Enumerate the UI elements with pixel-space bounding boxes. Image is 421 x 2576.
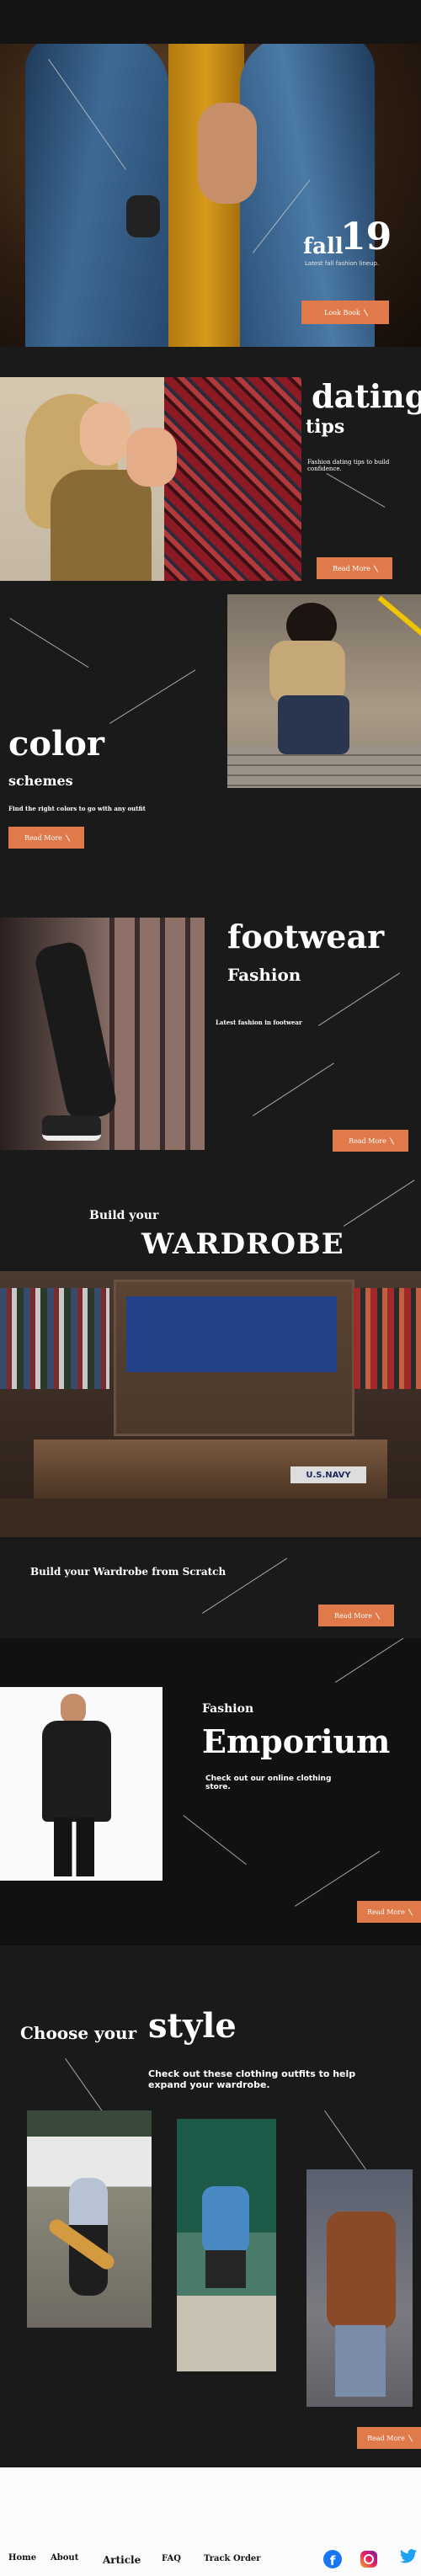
style-section: Choose your style Check out these clothi… xyxy=(0,1945,421,2467)
model-legs xyxy=(54,1818,94,1876)
model-coat xyxy=(42,1721,111,1822)
dating-read-more-button[interactable]: Read More xyxy=(317,557,392,579)
dating-section: dating tips Fashion dating tips to build… xyxy=(0,347,421,584)
footwear-section: footwear Fashion Latest fashion in footw… xyxy=(0,884,421,1167)
dating-subtitle: tips xyxy=(306,416,345,438)
hero-section: fall 19 Latest fall fashion lineup. Look… xyxy=(0,44,421,347)
footwear-title: footwear xyxy=(227,918,385,955)
top-strip xyxy=(0,0,421,44)
wardrobe-read-more-button[interactable]: Read More xyxy=(318,1605,394,1626)
hero-number: 19 xyxy=(340,216,392,258)
wardrobe-title: WARDROBE xyxy=(141,1227,344,1261)
color-diagonal-line xyxy=(9,618,89,668)
color-desc: Find the right colors to go with any out… xyxy=(8,805,146,812)
hero-subtitle: Latest fall fashion lineup. xyxy=(305,260,380,267)
footwear-diagonal-line xyxy=(253,1062,334,1116)
look-book-button[interactable]: Look Book xyxy=(301,301,389,324)
twitter-icon[interactable] xyxy=(399,2548,418,2565)
leg xyxy=(32,939,120,1123)
player-shorts xyxy=(205,2250,246,2288)
color-subtitle: schemes xyxy=(8,773,73,789)
footer-link-faq[interactable]: FAQ xyxy=(162,2554,181,2563)
hero-title: fall xyxy=(303,234,344,259)
footwear-desc: Latest fashion in footwear xyxy=(216,1019,302,1026)
watch xyxy=(126,195,160,237)
style-desc: Check out these clothing outfits to help… xyxy=(148,2068,356,2090)
hand xyxy=(198,103,257,204)
woman-face xyxy=(80,402,131,466)
style-photo-1[interactable] xyxy=(27,2110,152,2328)
color-diagonal-line xyxy=(109,669,196,724)
man-coat xyxy=(327,2211,396,2329)
color-title: color xyxy=(8,724,104,764)
color-section: color schemes Find the right colors to g… xyxy=(0,584,421,884)
instagram-lens xyxy=(364,2554,374,2564)
clothes-rack-left xyxy=(0,1288,109,1389)
style-read-more-button[interactable]: Read More xyxy=(357,2427,421,2449)
woman-sweater xyxy=(51,470,152,581)
footer-link-track-order[interactable]: Track Order xyxy=(204,2554,261,2563)
emporium-pre: Fashion xyxy=(202,1702,254,1716)
footwear-subtitle: Fashion xyxy=(227,965,301,985)
clothes-rack-right xyxy=(354,1288,421,1389)
emporium-diagonal-line xyxy=(335,1638,421,1683)
emporium-section: Fashion Emporium Check out our online cl… xyxy=(0,1638,421,1945)
dating-title: dating xyxy=(312,377,421,415)
dating-photo xyxy=(0,377,301,581)
footwear-photo xyxy=(0,918,205,1150)
footer-link-article[interactable]: Article xyxy=(103,2554,141,2566)
yellow-rail xyxy=(377,595,421,649)
sneaker xyxy=(42,1115,101,1141)
footer: Home About Article FAQ Track Order f xyxy=(0,2467,421,2576)
footer-link-home[interactable]: Home xyxy=(8,2553,36,2563)
footwear-read-more-button[interactable]: Read More xyxy=(333,1130,408,1152)
style-title: style xyxy=(148,2006,237,2046)
model-head xyxy=(61,1694,86,1724)
hands xyxy=(126,428,177,487)
style-photo-3[interactable] xyxy=(306,2169,413,2407)
footer-link-about[interactable]: About xyxy=(51,2553,78,2563)
blue-poster xyxy=(126,1296,337,1372)
emporium-desc: Check out our online clothing store. xyxy=(205,1775,332,1791)
person-jacket xyxy=(269,641,345,704)
style-photo-2[interactable] xyxy=(177,2119,276,2371)
wardrobe-photo: U.S.NAVY xyxy=(0,1271,421,1537)
person-jeans xyxy=(278,695,349,754)
emporium-title: Emporium xyxy=(202,1722,391,1760)
style-pre: Choose your xyxy=(20,2023,137,2043)
wardrobe-diagonal-line xyxy=(344,1179,415,1227)
color-photo xyxy=(227,594,421,788)
man-jeans xyxy=(335,2325,386,2397)
facebook-icon[interactable]: f xyxy=(323,2550,342,2568)
color-read-more-button[interactable]: Read More xyxy=(8,827,84,849)
wardrobe-desc: Build your Wardrobe from Scratch xyxy=(30,1566,226,1578)
emporium-diagonal-line xyxy=(183,1815,247,1865)
wardrobe-section: Build your WARDROBE U.S.NAVY Build your … xyxy=(0,1167,421,1638)
window-frame xyxy=(109,918,205,1150)
emporium-photo xyxy=(0,1687,163,1881)
player-shirt xyxy=(202,2186,249,2254)
navy-sign: U.S.NAVY xyxy=(290,1466,366,1483)
wardrobe-pre: Build your xyxy=(89,1209,159,1222)
floor xyxy=(0,1498,421,1537)
man-shirt xyxy=(164,377,301,581)
dating-desc: Fashion dating tips to build confidence. xyxy=(307,459,390,472)
emporium-diagonal-line xyxy=(295,1850,381,1907)
dating-diagonal-line xyxy=(326,473,386,508)
instagram-icon[interactable] xyxy=(360,2551,377,2568)
footwear-diagonal-line xyxy=(318,972,400,1026)
emporium-read-more-button[interactable]: Read More xyxy=(357,1901,421,1923)
